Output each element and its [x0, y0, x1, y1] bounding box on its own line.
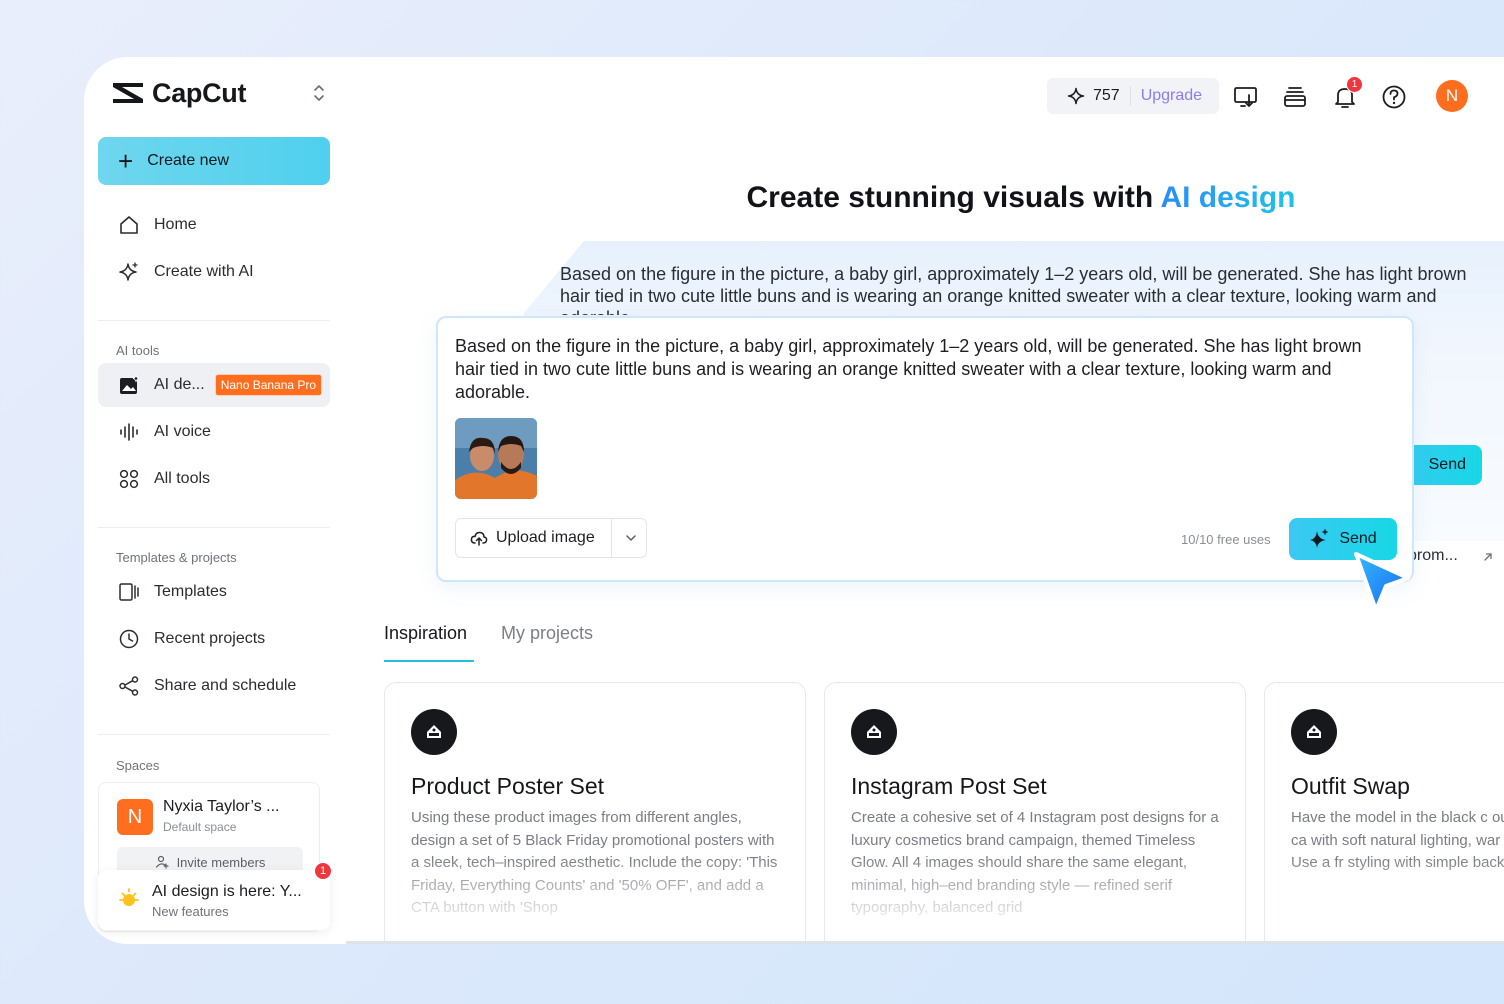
card-title: Outfit Swap [1291, 773, 1410, 799]
pointer-cursor-icon [1354, 552, 1410, 612]
layers-tag-icon [427, 725, 441, 738]
arrow-up-right-icon [1484, 553, 1492, 561]
sparkle-icon [1310, 529, 1329, 548]
chevron-down-icon[interactable] [624, 531, 638, 545]
app-name: CapCut [152, 77, 247, 108]
tab-inspiration[interactable]: Inspiration [384, 623, 467, 644]
sidebar-item-label: Share and schedule [154, 677, 297, 694]
prompt-card[interactable]: Based on the figure in the picture, a ba… [436, 316, 1414, 582]
create-new-button[interactable]: + Create new [98, 137, 330, 185]
stack-icon[interactable] [1282, 84, 1308, 110]
upload-image-button[interactable]: Upload image [455, 518, 647, 558]
inspiration-card[interactable]: Instagram Post Set Create a cohesive set… [824, 682, 1246, 944]
upload-divider [610, 518, 612, 558]
user-add-icon [155, 855, 169, 869]
app-window: CapCut + Create new Home Create with AI … [84, 57, 1504, 944]
sidebar-item-label: All tools [154, 470, 211, 487]
space-name: Nyxia Taylor’s ... [163, 798, 280, 815]
credits-pill[interactable]: 757 Upgrade [1047, 78, 1219, 114]
page-title-prefix: Create stunning visuals with [746, 181, 1161, 214]
bottom-edge [346, 941, 1504, 944]
waveform-icon [120, 423, 138, 441]
layers-tag-icon [1307, 725, 1321, 738]
share-icon [119, 676, 139, 696]
capcut-logo-icon [113, 83, 143, 103]
nano-banana-badge: Nano Banana Pro [214, 374, 323, 396]
invite-members-label: Invite members [176, 854, 266, 870]
templates-label: Templates & projects [116, 550, 237, 565]
background-link-text: prom... [1408, 547, 1458, 564]
card-title: Instagram Post Set [851, 773, 1047, 799]
template-icon [119, 583, 139, 601]
sidebar-item-label: Templates [154, 583, 227, 600]
photo-image [455, 418, 537, 499]
plus-icon: + [118, 146, 134, 176]
sidebar-item-label: AI voice [154, 423, 211, 440]
upgrade-link[interactable]: Upgrade [1141, 87, 1202, 105]
sidebar-item-create-with-ai[interactable]: Create with AI [98, 250, 330, 294]
space-subtitle: Default space [163, 820, 237, 834]
lightbulb-icon [119, 888, 139, 906]
inspiration-card[interactable]: Product Poster Set Using these product i… [384, 682, 806, 944]
sparkle-credit-icon [1067, 87, 1085, 105]
background-prompt-text: Based on the figure in the picture, a ba… [560, 264, 1467, 315]
card-title: Product Poster Set [411, 773, 605, 799]
spaces-label: Spaces [116, 758, 160, 773]
sidebar-item-recent-projects[interactable]: Recent projects [98, 617, 330, 661]
credits-divider [1129, 86, 1131, 106]
active-tab-indicator [384, 660, 474, 662]
sidebar-item-home[interactable]: Home [98, 203, 330, 247]
notice-card[interactable]: AI design is here: Y... New features 1 [98, 862, 332, 930]
card-icon [851, 709, 897, 755]
layers-tag-icon [867, 725, 881, 738]
cloud-upload-icon [470, 531, 488, 546]
clock-icon [119, 629, 139, 649]
sidebar-item-share-schedule[interactable]: Share and schedule [98, 664, 330, 708]
sidebar-item-ai-design[interactable]: AI de... Nano Banana Pro [98, 363, 330, 407]
free-uses-counter: 10/10 free uses [1181, 532, 1271, 547]
sparkle-icon [119, 262, 138, 281]
notice-title: AI design is here: Y... [152, 883, 302, 900]
sidebar-item-label: Recent projects [154, 630, 266, 647]
sidebar-divider [98, 734, 330, 735]
notice-subtitle: New features [152, 904, 229, 919]
card-icon [1291, 709, 1337, 755]
sidebar-item-all-tools[interactable]: All tools [98, 457, 330, 501]
send-label: Send [1339, 530, 1377, 547]
page-title-accent: AI design [1160, 181, 1296, 214]
inspiration-card[interactable]: Outfit Swap Have the model in the black … [1264, 682, 1504, 944]
card-icon [411, 709, 457, 755]
user-avatar[interactable]: N [1436, 80, 1468, 112]
image-sparkle-icon [120, 374, 140, 394]
chevron-up-down-icon[interactable] [312, 83, 326, 103]
sidebar-item-templates[interactable]: Templates [98, 570, 330, 614]
logo-row[interactable]: CapCut [110, 75, 326, 111]
card-description: Have the model in the black c outfit. Pl… [1291, 809, 1504, 871]
grid-icon [119, 469, 139, 489]
sidebar-item-label: Create with AI [154, 263, 254, 280]
bell-badge: 1 [1346, 76, 1363, 93]
sidebar-item-label: Home [154, 216, 197, 233]
space-avatar: N [117, 799, 153, 835]
tab-my-projects[interactable]: My projects [501, 623, 593, 644]
card-description: Using these product images from differen… [411, 809, 778, 916]
sidebar-divider [98, 320, 330, 321]
credits-count: 757 [1093, 87, 1120, 104]
prompt-input[interactable]: Based on the figure in the picture, a ba… [455, 335, 1385, 404]
card-description: Create a cohesive set of 4 Instagram pos… [851, 809, 1219, 916]
create-new-label: Create new [147, 152, 230, 169]
notice-badge: 1 [314, 862, 332, 880]
uploaded-image-thumbnail[interactable] [455, 418, 537, 499]
page-title: Create stunning visuals with AI design [484, 181, 1504, 215]
monitor-download-icon[interactable] [1233, 84, 1259, 110]
ai-tools-label: AI tools [116, 343, 160, 358]
home-icon [120, 216, 138, 234]
help-icon[interactable] [1381, 84, 1407, 110]
sidebar-item-label: AI de... [154, 376, 205, 393]
sidebar-divider [98, 527, 330, 528]
upload-image-label: Upload image [496, 529, 595, 546]
sidebar: CapCut + Create new Home Create with AI … [84, 57, 346, 944]
sidebar-item-ai-voice[interactable]: AI voice [98, 410, 330, 454]
